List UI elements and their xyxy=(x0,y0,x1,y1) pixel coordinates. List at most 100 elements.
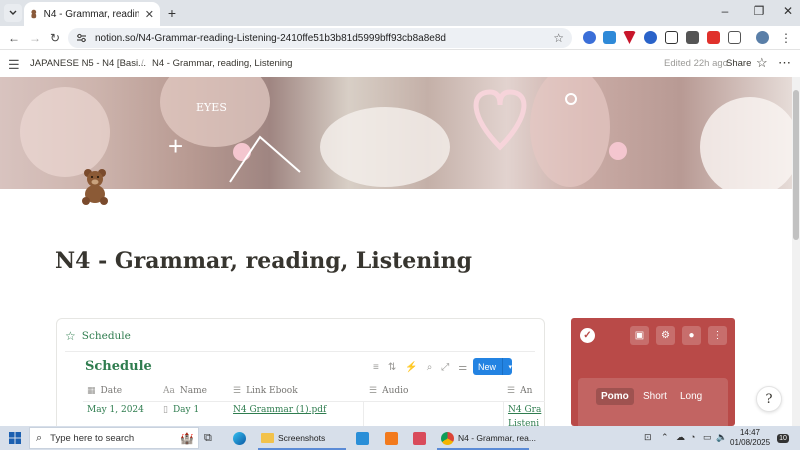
schedule-callout: ☆ Schedule Schedule ≡ ⇅ ⚡ ⌕ ⤢ ⚌ New ▾ ▦ … xyxy=(56,318,545,441)
more-options-icon[interactable]: ⋯ xyxy=(778,55,791,71)
cloud-icon[interactable]: ☁ xyxy=(676,432,685,443)
user-account-icon[interactable]: ● xyxy=(682,326,701,345)
volume-icon[interactable]: 🔈 xyxy=(716,432,727,443)
text-type-icon: Aa xyxy=(163,386,175,396)
tray-overflow-chevron-icon[interactable]: ⌃ xyxy=(661,432,669,443)
schedule-header[interactable]: ☆ Schedule xyxy=(65,329,131,343)
snipping-tool-icon[interactable] xyxy=(413,429,426,447)
column-header-date[interactable]: ▦ Date xyxy=(87,381,122,401)
site-info-icon[interactable] xyxy=(76,33,87,43)
search-highlight-icon: 🏰 xyxy=(180,432,194,445)
pocket-extension-icon[interactable] xyxy=(623,31,636,44)
taskbar-search-box[interactable]: ⌕ Type here to search 🏰 xyxy=(29,427,199,449)
breadcrumb-current[interactable]: N4 - Grammar, reading, Listening xyxy=(152,58,292,69)
checkmark-icon[interactable]: ✓ xyxy=(580,328,595,343)
notion-ai-help-button[interactable]: ? xyxy=(756,386,782,412)
table-cell-link-ebook[interactable]: N4 Grammar (1).pdf xyxy=(233,405,326,415)
column-header-label: Name xyxy=(179,386,207,396)
svg-text:+: + xyxy=(168,131,183,161)
background-image-icon[interactable]: ▣ xyxy=(630,326,649,345)
share-button[interactable]: Share xyxy=(726,58,751,69)
new-entry-button[interactable]: New ▾ xyxy=(473,358,512,375)
divider xyxy=(65,351,535,352)
notion-bear-favicon-icon xyxy=(31,9,37,19)
pomo-tab[interactable]: Pomo xyxy=(596,388,634,405)
address-bar[interactable]: notion.so/N4-Grammar-reading-Listening-2… xyxy=(68,28,572,48)
short-break-tab[interactable]: Short xyxy=(638,388,672,405)
table-row-divider xyxy=(83,401,545,402)
column-header-an[interactable]: ☰ An xyxy=(507,381,532,401)
battery-icon[interactable]: ▭ xyxy=(703,432,712,443)
page-title[interactable]: N4 - Grammar, reading, Listening xyxy=(55,248,472,274)
page-cover-image[interactable]: + EYES xyxy=(0,77,792,189)
edge-browser-icon[interactable] xyxy=(233,429,246,447)
notification-center-button[interactable]: 10 xyxy=(775,431,791,445)
expand-icon[interactable]: ⤢ xyxy=(441,362,449,373)
pomodoro-widget: ✓ ▣ ⚙ ● ⋮ Pomo Short Long xyxy=(571,318,735,426)
favorite-star-icon[interactable]: ☆ xyxy=(756,55,768,71)
more-options-icon[interactable]: ⋮ xyxy=(708,326,727,345)
table-cell-name[interactable]: ▯ Day 1 xyxy=(163,405,199,415)
screenshot-extension-icon[interactable] xyxy=(603,31,616,44)
gear-icon[interactable]: ⚙ xyxy=(656,326,675,345)
browser-tab[interactable]: N4 - Grammar, reading, Listening ✕ xyxy=(24,2,160,26)
translate-extension-icon[interactable] xyxy=(583,31,596,44)
red-extension-icon[interactable] xyxy=(707,31,720,44)
windows-start-icon[interactable] xyxy=(9,432,21,444)
profile-avatar[interactable] xyxy=(756,31,769,44)
filter-icon[interactable]: ≡ xyxy=(373,362,379,373)
table-cell-name-text: Day 1 xyxy=(172,405,200,415)
table-cell-date[interactable]: May 1, 2024 xyxy=(87,405,144,415)
search-icon[interactable]: ⌕ xyxy=(427,362,433,373)
browser-menu-icon[interactable]: ⋮ xyxy=(778,30,794,46)
settings-sliders-icon[interactable]: ⚌ xyxy=(458,362,467,373)
column-header-audio[interactable]: ☰ Audio xyxy=(369,381,408,401)
back-button[interactable]: ← xyxy=(6,30,22,46)
bookmark-star-icon[interactable]: ☆ xyxy=(553,31,564,45)
sublime-text-icon[interactable] xyxy=(385,429,398,447)
windows-taskbar: ⌕ Type here to search 🏰 ⧉ Screenshots N4… xyxy=(0,426,800,450)
column-header-link-ebook[interactable]: ☰ Link Ebook xyxy=(233,381,298,401)
page-scrollbar-thumb[interactable] xyxy=(793,90,799,240)
new-tab-button[interactable]: + xyxy=(164,5,180,21)
minimize-button[interactable]: – xyxy=(715,4,735,18)
desktop-sync-icon[interactable]: ⊡ xyxy=(644,432,652,443)
automation-icon[interactable]: ⚡ xyxy=(405,362,417,373)
reload-button[interactable]: ↻ xyxy=(47,30,63,46)
schedule-header-label: Schedule xyxy=(81,330,131,342)
reader-extension-icon[interactable] xyxy=(686,31,699,44)
column-header-label: An xyxy=(520,386,533,396)
tab-close-icon[interactable]: ✕ xyxy=(145,8,154,21)
database-toolbar: ≡ ⇅ ⚡ ⌕ ⤢ ⚌ xyxy=(373,362,467,373)
wifi-icon[interactable]: ◔ xyxy=(690,432,695,442)
teddy-bear-page-icon[interactable] xyxy=(78,167,112,205)
column-header-name[interactable]: Aa Name xyxy=(163,381,207,401)
folder-icon xyxy=(261,433,274,443)
blue-circle-extension-icon[interactable] xyxy=(644,31,657,44)
task-view-icon[interactable]: ⧉ xyxy=(204,429,212,447)
forward-button[interactable]: → xyxy=(27,30,43,46)
clock-date: 01/08/2025 xyxy=(730,438,771,447)
search-icon: ⌕ xyxy=(36,431,43,444)
taskbar-app-label: Screenshots xyxy=(278,433,326,443)
close-window-button[interactable]: ✕ xyxy=(778,4,798,18)
star-icon: ☆ xyxy=(65,329,76,343)
vscode-icon[interactable] xyxy=(356,429,369,447)
database-title[interactable]: Schedule xyxy=(85,359,152,374)
url-text: notion.so/N4-Grammar-reading-Listening-2… xyxy=(95,32,446,44)
taskbar-clock[interactable]: 14:47 01/08/2025 xyxy=(730,428,770,448)
breadcrumb-parent[interactable]: JAPANESE N5 - N4 [Basi... xyxy=(30,58,146,69)
restore-button[interactable]: ❐ xyxy=(749,4,769,18)
extensions-puzzle-icon[interactable] xyxy=(728,31,741,44)
notion-clipper-extension-icon[interactable] xyxy=(665,31,678,44)
calendar-icon: ▦ xyxy=(87,386,96,396)
sort-icon[interactable]: ⇅ xyxy=(388,362,396,373)
taskbar-app-screenshots[interactable]: Screenshots xyxy=(261,429,325,447)
long-break-tab[interactable]: Long xyxy=(675,388,707,405)
table-cell-an[interactable]: N4 Gra xyxy=(508,405,541,415)
tab-search-button[interactable] xyxy=(4,4,22,22)
sidebar-menu-icon[interactable]: ☰ xyxy=(8,57,20,73)
column-header-label: Link Ebook xyxy=(246,386,298,396)
taskbar-app-chrome[interactable]: N4 - Grammar, rea... xyxy=(441,429,536,447)
chevron-down-icon[interactable]: ▾ xyxy=(508,363,512,371)
